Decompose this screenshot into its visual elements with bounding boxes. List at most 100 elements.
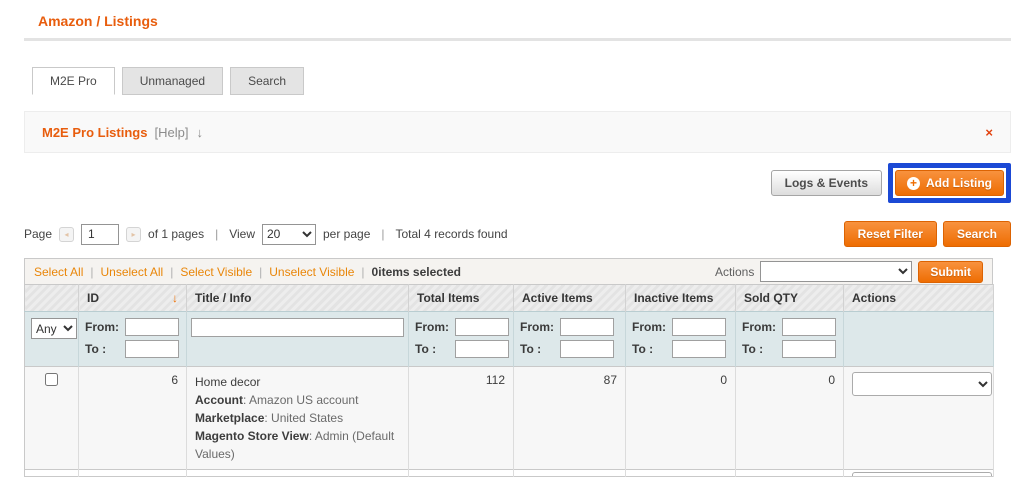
massaction-bar: Select All | Unselect All | Select Visib… [24,258,993,284]
collapse-arrow-icon[interactable]: ↓ [196,125,203,140]
store-view-label: Magento Store View [195,429,309,443]
filter-cell-active-items: From: To : [513,311,626,367]
massaction-actions: Actions Submit [715,260,983,283]
row-checkbox-cell [24,366,79,470]
panel-title: M2E Pro Listings [42,124,148,140]
row-total-items-cell: 112 [408,366,514,470]
per-page-label: per page [323,227,371,241]
add-listing-button[interactable]: + Add Listing [895,170,1004,196]
checkbox-column-header [24,284,79,312]
row-checkbox[interactable] [45,373,58,386]
to-label: To : [520,342,542,356]
column-header-id[interactable]: ID ↓ [78,284,187,312]
grid-header-row: ID ↓ Title / Info Total Items Active Ite… [24,284,994,312]
listing-title: Home decor [195,375,261,389]
id-to-input[interactable] [125,340,179,358]
filter-cell-inactive-items: From: To : [625,311,736,367]
filter-cell-actions [843,311,994,367]
table-row-partial [24,469,994,477]
column-header-actions: Actions [843,284,994,312]
filter-cell-any: Any [24,311,79,367]
listing-marketplace-line: Marketplace: United States [195,409,400,427]
active-items-from-input[interactable] [560,318,614,336]
title-filter-input[interactable] [191,318,404,337]
select-all-link[interactable]: Select All [34,265,83,279]
search-button[interactable]: Search [942,221,1011,247]
separator: | [361,264,365,279]
separator: | [259,264,263,279]
id-from-input[interactable] [125,318,179,336]
row-action-select-partial[interactable] [852,472,992,476]
column-header-inactive-items[interactable]: Inactive Items [625,284,736,312]
close-icon[interactable]: × [985,125,993,140]
to-label: To : [742,342,764,356]
row-actions-cell [843,366,994,470]
column-header-active-items[interactable]: Active Items [513,284,626,312]
to-label: To : [415,342,437,356]
filter-cell-sold-qty: From: To : [735,311,844,367]
next-page-button[interactable]: ▸ [126,226,142,242]
tab-unmanaged[interactable]: Unmanaged [121,67,224,95]
column-header-total-items[interactable]: Total Items [408,284,514,312]
id-header-label: ID [87,291,99,305]
partial-cell [513,469,626,477]
pager-controls: Page ◂ ▸ of 1 pages | View 20 per page |… [24,223,508,245]
prev-page-button[interactable]: ◂ [59,226,75,242]
partial-cell [735,469,844,477]
filter-cell-total-items: From: To : [408,311,514,367]
partial-cell [186,469,409,477]
tab-search[interactable]: Search [230,67,305,95]
massaction-select[interactable] [760,261,913,282]
any-filter-select[interactable]: Any [31,318,77,339]
toolbar: Logs & Events + Add Listing [24,160,1011,206]
of-pages-label: of 1 pages [148,227,205,241]
partial-cell [625,469,736,477]
listing-store-view-line: Magento Store View: Admin (Default Value… [195,427,400,463]
total-items-to-input[interactable] [455,340,509,358]
unselect-visible-link[interactable]: Unselect Visible [269,265,354,279]
row-id-cell: 6 [78,366,187,470]
unselect-all-link[interactable]: Unselect All [100,265,163,279]
total-items-from-input[interactable] [455,318,509,336]
tab-bar: M2E Pro Unmanaged Search [32,67,993,95]
from-label: From: [520,320,554,334]
from-label: From: [742,320,776,334]
submit-button[interactable]: Submit [918,260,983,283]
inactive-items-to-input[interactable] [672,340,726,358]
logs-events-button[interactable]: Logs & Events [770,170,882,196]
plus-icon: + [907,176,920,190]
per-page-select[interactable]: 20 [262,223,316,245]
total-records-label: Total 4 records found [395,227,508,241]
filter-cell-title [186,311,409,367]
sold-qty-to-input[interactable] [782,340,836,358]
pager-row: Page ◂ ▸ of 1 pages | View 20 per page |… [24,221,1011,247]
sold-qty-from-input[interactable] [782,318,836,336]
help-link[interactable]: [Help] [154,125,188,140]
separator: | [90,264,94,279]
items-selected-count: 0 [371,264,379,279]
row-inactive-items-cell: 0 [625,366,736,470]
to-label: To : [85,342,107,356]
account-label: Account [195,393,243,407]
active-items-to-input[interactable] [560,340,614,358]
column-header-sold-qty[interactable]: Sold QTY [735,284,844,312]
row-active-items-cell: 87 [513,366,626,470]
from-label: From: [632,320,666,334]
page-label: Page [24,227,53,241]
annotation-box: + Add Listing [888,163,1011,203]
panel-header: M2E Pro Listings [Help] ↓ × [24,111,1011,153]
page: Amazon / Listings M2E Pro Unmanaged Sear… [24,0,1011,477]
inactive-items-from-input[interactable] [672,318,726,336]
reset-filter-button[interactable]: Reset Filter [843,221,937,247]
separator: | [381,227,385,241]
items-selected-label: items selected [378,264,461,279]
page-number-input[interactable] [81,223,120,245]
account-value: Amazon US account [249,393,359,407]
separator: | [170,264,174,279]
row-action-select[interactable] [852,372,992,396]
sort-desc-icon: ↓ [172,291,178,305]
tab-m2e-pro[interactable]: M2E Pro [32,67,115,95]
column-header-title-info[interactable]: Title / Info [186,284,409,312]
select-visible-link[interactable]: Select Visible [180,265,252,279]
listing-account-line: Account: Amazon US account [195,391,400,409]
